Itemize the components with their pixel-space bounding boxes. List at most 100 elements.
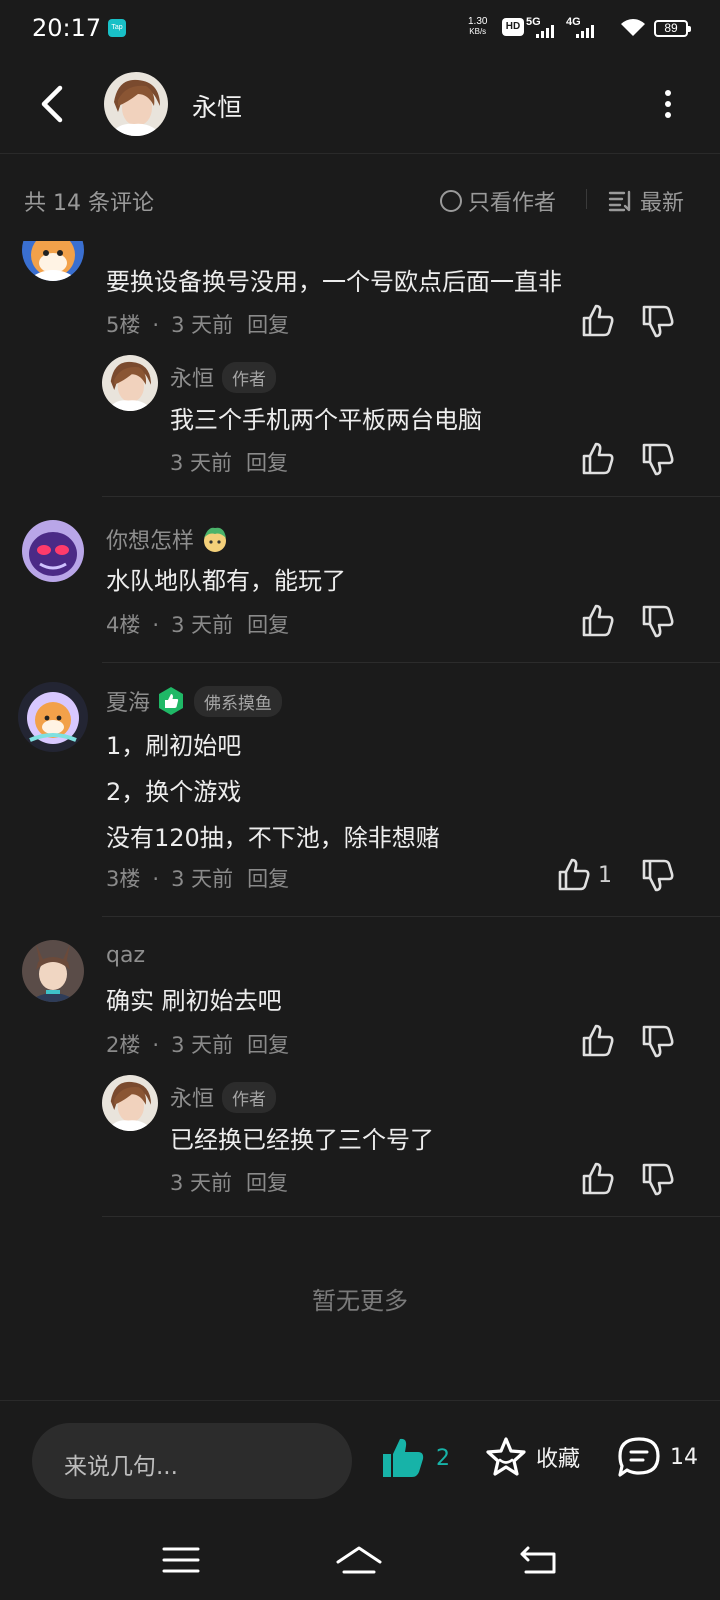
status-bar: 20:17 Tap 1.30 KB/s HD 5G 4G 89 — [0, 0, 720, 58]
thumbs-down-icon[interactable] — [640, 441, 676, 477]
comment-line: 2，换个游戏 — [106, 778, 242, 806]
thumbs-down-icon[interactable] — [640, 857, 676, 893]
username[interactable]: 永恒 — [170, 361, 214, 393]
username[interactable]: qaz — [106, 943, 145, 968]
home-icon[interactable] — [334, 1540, 384, 1580]
favorite-button[interactable]: 收藏 — [484, 1435, 580, 1479]
battery-level: 89 — [664, 21, 678, 35]
comment-line: 没有120抽，不下池，除非想赌 — [106, 824, 440, 852]
thumbs-down-icon[interactable] — [640, 603, 676, 639]
post-like-count: 2 — [436, 1445, 450, 1471]
radio-icon — [440, 190, 462, 212]
reply-button[interactable]: 回复 — [247, 1033, 289, 1057]
comment-text: 要换设备换号没用，一个号欧点后面一直非 — [106, 268, 562, 296]
comment-count: 共 14 条评论 — [24, 191, 154, 216]
only-author-label: 只看作者 — [468, 191, 557, 216]
comment-icon — [618, 1437, 660, 1477]
comment-divider — [102, 1216, 720, 1217]
reply-text: 已经换已经换了三个号了 — [170, 1126, 434, 1154]
status-time: 20:17 — [32, 14, 102, 42]
network-speed-value: 1.30 — [468, 16, 488, 27]
username[interactable]: 夏海 — [106, 685, 150, 717]
sort-icon — [608, 190, 631, 212]
wifi-icon — [621, 19, 645, 36]
thumbs-down-icon[interactable] — [640, 1161, 676, 1197]
reply-time: 3 天前 — [170, 1171, 233, 1195]
reply-avatar[interactable] — [102, 355, 158, 411]
level-badge-icon — [159, 687, 184, 715]
reply-time: 3 天前 — [170, 451, 233, 475]
comment-meta: 5楼 · 3 天前 回复 — [106, 313, 290, 337]
filter-divider — [586, 189, 587, 209]
comments-count: 14 — [670, 1444, 698, 1470]
comment-floor: 4楼 — [106, 613, 141, 637]
comment-meta: 3楼 · 3 天前 回复 — [106, 867, 290, 891]
reply-text: 我三个手机两个平板两台电脑 — [170, 406, 482, 434]
reply-button[interactable]: 回复 — [246, 451, 288, 475]
comment-input[interactable]: 来说几句... — [32, 1423, 352, 1499]
comment-text: 水队地队都有，能玩了 — [106, 567, 346, 595]
reply-username: 永恒 作者 — [170, 361, 277, 393]
favorite-label: 收藏 — [536, 1447, 581, 1472]
comment-time: 3 天前 — [171, 867, 234, 891]
comment-meta: 4楼 · 3 天前 回复 — [106, 613, 290, 637]
more-vertical-icon[interactable] — [660, 88, 676, 120]
menu-icon[interactable] — [156, 1540, 206, 1580]
thumbs-up-icon[interactable] — [580, 441, 616, 477]
commenter-avatar[interactable] — [22, 520, 84, 582]
comment-input-placeholder: 来说几句... — [64, 1454, 178, 1480]
comment-time: 3 天前 — [171, 313, 234, 337]
tap-app-icon: Tap — [108, 19, 126, 37]
battery-icon: 89 — [654, 20, 691, 37]
thumbs-down-icon[interactable] — [640, 303, 676, 339]
like-count: 1 — [598, 863, 612, 888]
thumbs-up-icon[interactable] — [580, 603, 616, 639]
comment-divider — [102, 916, 720, 917]
author-tag: 作者 — [222, 1081, 277, 1113]
thumbs-up-icon[interactable] — [580, 303, 616, 339]
network-speed: 1.30 KB/s — [468, 17, 487, 37]
username[interactable]: 永恒 — [170, 1081, 214, 1113]
network-speed-unit: KB/s — [469, 27, 487, 36]
comment-text: 确实 刷初始去吧 — [106, 987, 282, 1015]
reply-avatar[interactable] — [102, 1075, 158, 1131]
comment-floor: 2楼 — [106, 1033, 141, 1057]
star-icon — [486, 1437, 526, 1476]
reply-button[interactable]: 回复 — [247, 313, 289, 337]
thumbs-up-icon[interactable] — [580, 1023, 616, 1059]
back-arrow-icon[interactable] — [34, 82, 74, 126]
commenter-name: 夏海 佛系摸鱼 — [106, 685, 283, 717]
sort-button[interactable]: 最新 — [608, 185, 684, 217]
comment-time: 3 天前 — [171, 613, 234, 637]
bottom-action-bar: 来说几句... 2 收藏 14 — [0, 1400, 720, 1520]
commenter-avatar[interactable] — [18, 682, 88, 752]
reply-button[interactable]: 回复 — [247, 613, 289, 637]
commenter-avatar[interactable] — [22, 241, 84, 281]
back-icon[interactable] — [514, 1540, 564, 1580]
post-like-button[interactable]: 2 — [380, 1435, 450, 1481]
username[interactable]: 你想怎样 — [106, 523, 194, 555]
hd-voice-icon: HD — [502, 18, 524, 36]
reply-button[interactable]: 回复 — [247, 867, 289, 891]
commenter-name: 你想怎样 — [106, 523, 230, 555]
filter-bar: 共 14 条评论 只看作者 最新 — [0, 155, 720, 241]
user-title-tag: 佛系摸鱼 — [194, 685, 283, 717]
comment-divider — [102, 662, 720, 663]
reply-button[interactable]: 回复 — [246, 1171, 288, 1195]
comment-floor: 5楼 — [106, 313, 141, 337]
only-author-toggle[interactable]: 只看作者 — [440, 185, 556, 217]
sort-label: 最新 — [640, 191, 685, 216]
comment-floor: 3楼 — [106, 867, 141, 891]
author-avatar[interactable] — [104, 72, 168, 136]
comment-time: 3 天前 — [171, 1033, 234, 1057]
commenter-avatar[interactable] — [22, 940, 84, 1002]
thumbs-down-icon[interactable] — [640, 1023, 676, 1059]
comments-button[interactable]: 14 — [616, 1435, 698, 1479]
comment-meta: 2楼 · 3 天前 回复 — [106, 1033, 290, 1057]
comment-line: 1，刷初始吧 — [106, 732, 242, 760]
comment-list: 要换设备换号没用，一个号欧点后面一直非 5楼 · 3 天前 回复 永恒 作者 我三个手… — [0, 241, 720, 1401]
no-more-label: 暂无更多 — [312, 1287, 408, 1315]
thumbs-up-icon[interactable] — [580, 1161, 616, 1197]
thumbs-up-icon[interactable] — [556, 857, 592, 893]
reply-meta: 3 天前 回复 — [170, 447, 288, 477]
